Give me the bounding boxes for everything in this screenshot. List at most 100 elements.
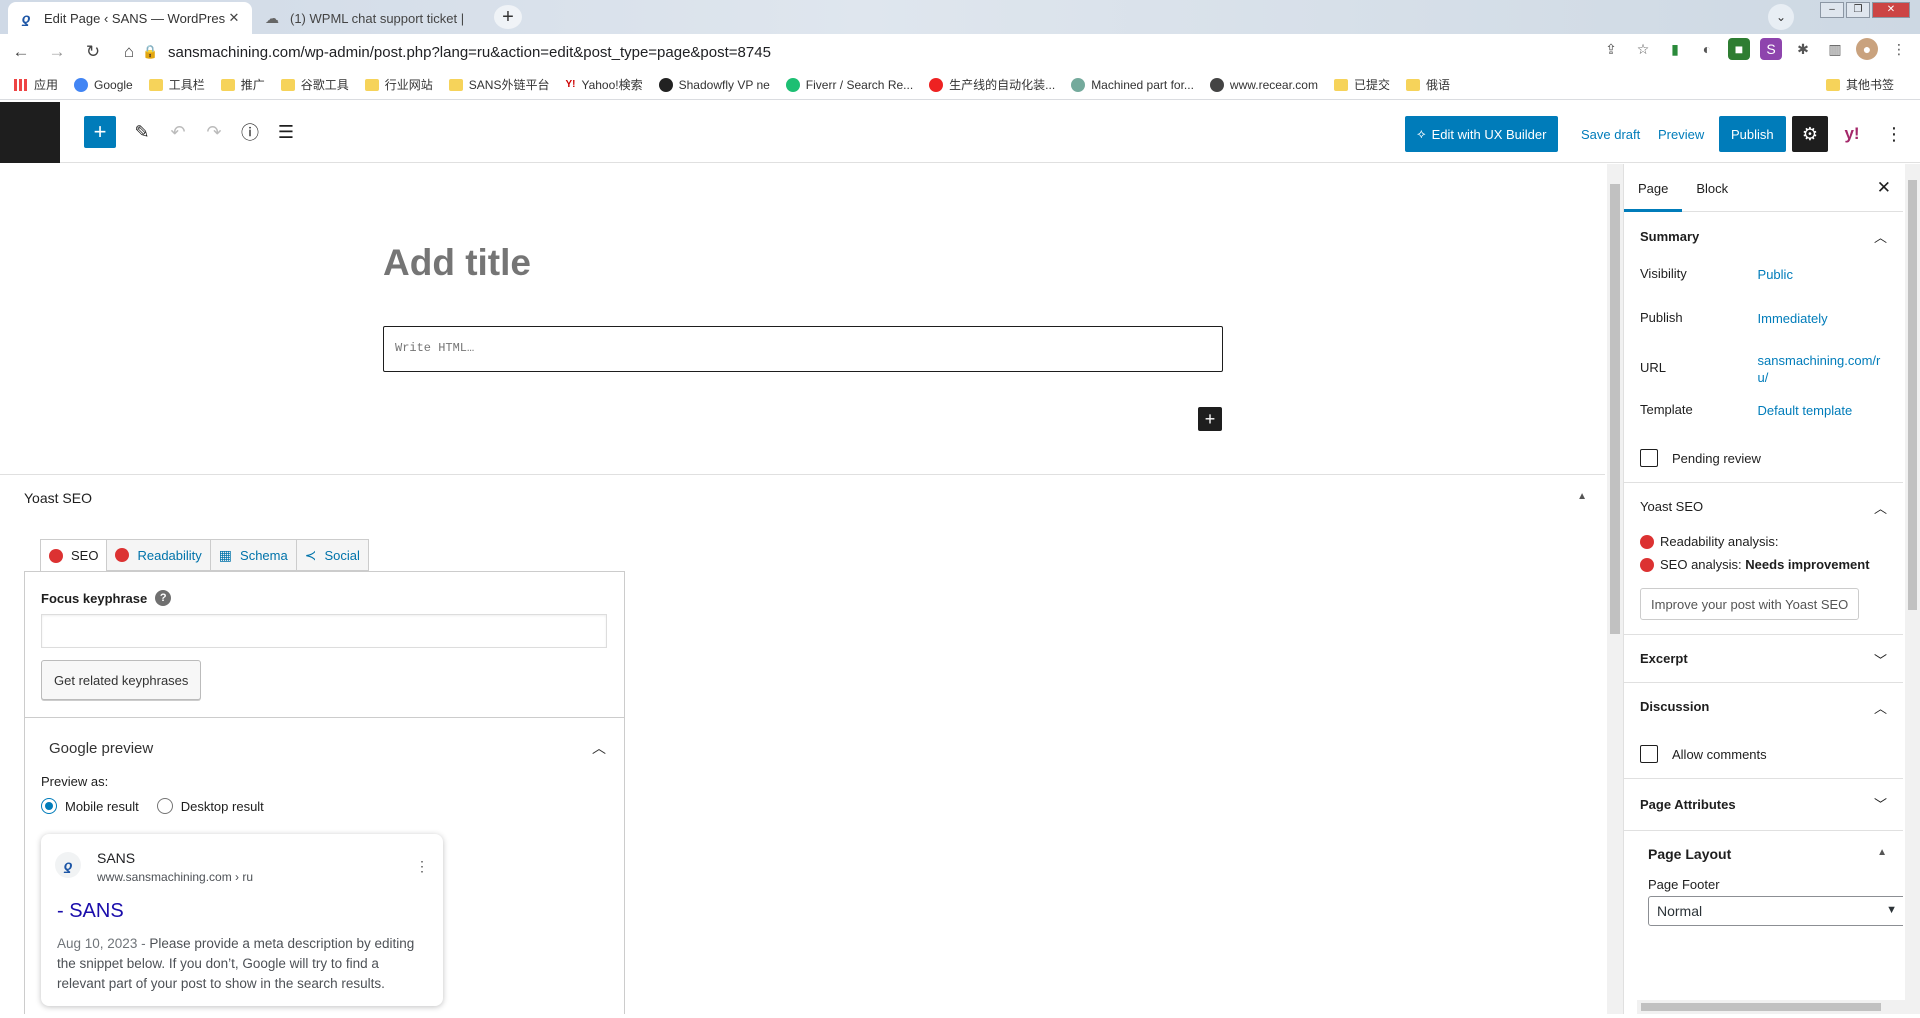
- publish-date-toggle[interactable]: Immediately: [1758, 310, 1887, 327]
- close-icon[interactable]: ✕: [1877, 178, 1891, 198]
- tab-readability[interactable]: Readability: [106, 539, 211, 571]
- bookmark-star-icon[interactable]: ☆: [1632, 38, 1654, 60]
- desktop-result-label[interactable]: Desktop result: [181, 799, 264, 814]
- bookmark-yahoo[interactable]: Y! Yahoo!検索: [565, 76, 642, 93]
- tab-social[interactable]: ≺ Social: [295, 539, 369, 571]
- side-panel-icon[interactable]: ▥: [1824, 38, 1846, 60]
- reload-icon[interactable]: ↻: [78, 37, 108, 67]
- serp-description[interactable]: Aug 10, 2023 - Please provide a meta des…: [57, 934, 429, 994]
- redo-icon[interactable]: ↷: [198, 116, 230, 148]
- help-question-icon[interactable]: ?: [155, 590, 172, 606]
- pending-review-label[interactable]: Pending review: [1672, 451, 1761, 466]
- preview-button[interactable]: Preview: [1658, 116, 1704, 152]
- bookmark-folder[interactable]: 已提交: [1333, 76, 1390, 93]
- extension-toggle-icon[interactable]: ◐: [1696, 38, 1718, 60]
- sidebar-scrollbar[interactable]: [1905, 164, 1920, 1014]
- close-window-icon[interactable]: ✕: [1872, 2, 1910, 18]
- custom-html-block[interactable]: Write HTML…: [383, 326, 1223, 372]
- browser-tab-inactive[interactable]: ☁ (1) WPML chat support ticket |: [254, 2, 486, 34]
- page-layout-header[interactable]: Page Layout ▲: [1624, 831, 1903, 877]
- editor-scrollbar[interactable]: [1607, 164, 1623, 1014]
- bookmark-folder[interactable]: 行业网站: [364, 76, 433, 93]
- yoast-metabox-header[interactable]: Yoast SEO ▲: [0, 475, 1605, 521]
- bookmark-shadowfly[interactable]: Shadowfly VP ne: [658, 77, 770, 92]
- bookmark-fiverr[interactable]: Fiverr / Search Re...: [785, 77, 913, 92]
- new-tab-button[interactable]: +: [494, 5, 522, 29]
- extension-chart-icon[interactable]: ▮: [1664, 38, 1686, 60]
- url-toggle[interactable]: sansmachining.com/ru/: [1758, 352, 1887, 386]
- forward-icon[interactable]: →: [42, 37, 72, 67]
- block-appender-plus-icon[interactable]: +: [1198, 407, 1222, 431]
- share-icon[interactable]: ⇪: [1600, 38, 1622, 60]
- lock-icon[interactable]: 🔒: [142, 44, 158, 60]
- bookmark-google[interactable]: Google: [74, 77, 133, 92]
- serp-preview-card[interactable]: ƍ SANS www.sansmachining.com › ru ⋮ - SA…: [41, 834, 443, 1006]
- mobile-result-label[interactable]: Mobile result: [65, 799, 139, 814]
- mobile-result-radio[interactable]: [41, 798, 57, 814]
- details-info-icon[interactable]: ⓘ: [234, 116, 266, 148]
- yoast-panel-toggle[interactable]: Yoast SEO ︿: [1624, 482, 1903, 530]
- extensions-puzzle-icon[interactable]: ✱: [1792, 38, 1814, 60]
- url-bar[interactable]: 🔒 sansmachining.com/wp-admin/post.php?la…: [142, 38, 1622, 66]
- scrollbar-thumb[interactable]: [1610, 184, 1620, 634]
- block-inserter-toggle[interactable]: +: [84, 116, 116, 148]
- bookmark-recear[interactable]: www.recear.com: [1209, 77, 1318, 92]
- bookmark-folder[interactable]: 谷歌工具: [280, 76, 349, 93]
- page-footer-select[interactable]: Normal ▼: [1648, 896, 1903, 926]
- serp-title[interactable]: - SANS: [57, 900, 124, 923]
- allow-comments-label[interactable]: Allow comments: [1672, 747, 1767, 762]
- tab-schema[interactable]: ▦ Schema: [209, 539, 297, 571]
- restore-icon[interactable]: ❐: [1846, 2, 1870, 18]
- minimize-icon[interactable]: –: [1820, 2, 1844, 18]
- bookmark-folder[interactable]: 俄语: [1405, 76, 1450, 93]
- extension-green-icon[interactable]: ■: [1728, 38, 1750, 60]
- tab-search-icon[interactable]: ⌄: [1768, 4, 1794, 30]
- scrollbar-thumb[interactable]: [1641, 1003, 1881, 1011]
- collapse-triangle-icon[interactable]: ▲: [1577, 491, 1587, 502]
- tab-page[interactable]: Page: [1624, 164, 1682, 212]
- extension-s-icon[interactable]: S: [1760, 38, 1782, 60]
- settings-gear-icon[interactable]: ⚙: [1792, 116, 1828, 152]
- bookmark-other-folder[interactable]: 其他书签: [1825, 76, 1894, 93]
- undo-icon[interactable]: ↶: [162, 116, 194, 148]
- tab-seo[interactable]: SEO: [40, 539, 108, 572]
- profile-avatar-icon[interactable]: ●: [1856, 38, 1878, 60]
- template-toggle[interactable]: Default template: [1758, 402, 1887, 419]
- discussion-panel-toggle[interactable]: Discussion ︿: [1624, 682, 1903, 730]
- bookmark-apps[interactable]: 应用: [14, 76, 58, 93]
- tab-block[interactable]: Block: [1682, 164, 1742, 212]
- bookmark-folder[interactable]: 推广: [220, 76, 265, 93]
- save-draft-button[interactable]: Save draft: [1581, 116, 1640, 152]
- page-attributes-panel-toggle[interactable]: Page Attributes ﹀: [1624, 778, 1903, 830]
- summary-panel-toggle[interactable]: Summary ︿: [1624, 212, 1903, 260]
- desktop-result-radio[interactable]: [156, 798, 173, 814]
- get-related-keyphrases-button[interactable]: Get related keyphrases: [41, 660, 202, 700]
- edit-with-ux-builder-button[interactable]: ⟡ Edit with UX Builder: [1405, 116, 1559, 152]
- publish-button[interactable]: Publish: [1719, 116, 1786, 152]
- collapse-triangle-icon[interactable]: ▲: [1877, 847, 1887, 858]
- yoast-seo-icon[interactable]: y!: [1834, 116, 1870, 152]
- scrollbar-thumb[interactable]: [1908, 180, 1917, 610]
- site-logo-button[interactable]: [0, 102, 60, 163]
- excerpt-panel-toggle[interactable]: Excerpt ﹀: [1624, 634, 1903, 682]
- focus-keyphrase-input[interactable]: [41, 614, 607, 648]
- list-view-icon[interactable]: ☰: [270, 116, 302, 148]
- chevron-up-icon[interactable]: ︿: [592, 738, 606, 758]
- bookmark-folder[interactable]: 工具栏: [148, 76, 205, 93]
- sidebar-horizontal-scrollbar[interactable]: [1637, 1000, 1905, 1014]
- chrome-menu-icon[interactable]: ⋮: [1888, 38, 1910, 60]
- home-icon[interactable]: ⌂: [114, 37, 144, 67]
- bookmark-machined[interactable]: Machined part for...: [1071, 77, 1194, 92]
- back-icon[interactable]: ←: [6, 37, 36, 67]
- improve-with-yoast-button[interactable]: Improve your post with Yoast SEO: [1640, 588, 1860, 620]
- bookmark-folder[interactable]: SANS外链平台: [448, 76, 549, 93]
- visibility-toggle[interactable]: Public: [1758, 266, 1887, 283]
- options-more-icon[interactable]: ⋮: [1876, 116, 1912, 152]
- post-title-input[interactable]: Add title: [383, 242, 531, 284]
- browser-tab-active[interactable]: ƍ Edit Page ‹ SANS — WordPres ✕: [8, 2, 252, 34]
- bookmark-yandex[interactable]: 生产线的自动化装...: [929, 76, 1055, 93]
- close-tab-icon[interactable]: ✕: [226, 10, 242, 26]
- pending-review-checkbox[interactable]: [1640, 449, 1658, 467]
- allow-comments-checkbox[interactable]: [1640, 745, 1658, 763]
- tools-pencil-icon[interactable]: ✎: [126, 116, 158, 148]
